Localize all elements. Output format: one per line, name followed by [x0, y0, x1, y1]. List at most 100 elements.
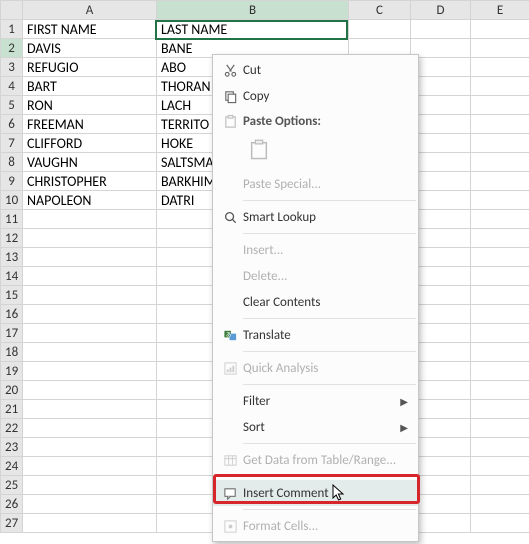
menu-copy[interactable]: Copy	[213, 83, 418, 109]
cell-E27[interactable]	[471, 514, 529, 533]
cell-A8[interactable]: VAUGHN	[23, 153, 157, 172]
cell-A25[interactable]	[23, 476, 157, 495]
menu-cut[interactable]: Cut	[213, 57, 418, 83]
row-header-14[interactable]: 14	[1, 267, 23, 286]
row-header-19[interactable]: 19	[1, 362, 23, 381]
cell-D10[interactable]	[411, 191, 471, 210]
cell-E22[interactable]	[471, 419, 529, 438]
cell-E18[interactable]	[471, 343, 529, 362]
row-header-17[interactable]: 17	[1, 324, 23, 343]
row-header-26[interactable]: 26	[1, 495, 23, 514]
cell-E21[interactable]	[471, 400, 529, 419]
cell-D20[interactable]	[411, 381, 471, 400]
menu-smart-lookup[interactable]: Smart Lookup	[213, 204, 418, 230]
row-header-6[interactable]: 6	[1, 115, 23, 134]
cell-A7[interactable]: CLIFFORD	[23, 134, 157, 153]
cell-A22[interactable]	[23, 419, 157, 438]
menu-translate[interactable]: あ Translate	[213, 322, 418, 348]
cell-A15[interactable]	[23, 286, 157, 305]
cell-A9[interactable]: CHRISTOPHER	[23, 172, 157, 191]
cell-A23[interactable]	[23, 438, 157, 457]
row-header-2[interactable]: 2	[1, 39, 23, 58]
cell-E3[interactable]	[471, 58, 529, 77]
cell-D21[interactable]	[411, 400, 471, 419]
cell-E10[interactable]	[471, 191, 529, 210]
col-header-C[interactable]: C	[349, 1, 411, 20]
menu-filter[interactable]: Filter ▶	[213, 388, 418, 414]
row-header-16[interactable]: 16	[1, 305, 23, 324]
cell-D17[interactable]	[411, 324, 471, 343]
cell-E11[interactable]	[471, 210, 529, 229]
cell-D16[interactable]	[411, 305, 471, 324]
row-header-11[interactable]: 11	[1, 210, 23, 229]
cell-D23[interactable]	[411, 438, 471, 457]
cell-A2[interactable]: DAVIS	[23, 39, 157, 58]
cell-A24[interactable]	[23, 457, 157, 476]
cell-D6[interactable]	[411, 115, 471, 134]
cell-B1[interactable]: LAST NAME	[157, 20, 349, 39]
cell-A21[interactable]	[23, 400, 157, 419]
cell-D26[interactable]	[411, 495, 471, 514]
row-header-24[interactable]: 24	[1, 457, 23, 476]
paste-option-default[interactable]	[245, 135, 273, 165]
row-header-8[interactable]: 8	[1, 153, 23, 172]
cell-A12[interactable]	[23, 229, 157, 248]
cell-E9[interactable]	[471, 172, 529, 191]
cell-A17[interactable]	[23, 324, 157, 343]
cell-E20[interactable]	[471, 381, 529, 400]
cell-E4[interactable]	[471, 77, 529, 96]
cell-D27[interactable]	[411, 514, 471, 533]
row-header-25[interactable]: 25	[1, 476, 23, 495]
cell-A26[interactable]	[23, 495, 157, 514]
cell-D7[interactable]	[411, 134, 471, 153]
col-header-B[interactable]: B	[157, 1, 349, 20]
cell-E14[interactable]	[471, 267, 529, 286]
cell-A4[interactable]: BART	[23, 77, 157, 96]
cell-A5[interactable]: RON	[23, 96, 157, 115]
cell-E6[interactable]	[471, 115, 529, 134]
cell-A1[interactable]: FIRST NAME	[23, 20, 157, 39]
col-header-A[interactable]: A	[23, 1, 157, 20]
menu-insert-comment[interactable]: Insert Comment	[213, 480, 418, 506]
cell-E16[interactable]	[471, 305, 529, 324]
cell-A27[interactable]	[23, 514, 157, 533]
cell-D5[interactable]	[411, 96, 471, 115]
cell-E13[interactable]	[471, 248, 529, 267]
cell-D3[interactable]	[411, 58, 471, 77]
row-header-20[interactable]: 20	[1, 381, 23, 400]
cell-E17[interactable]	[471, 324, 529, 343]
row-header-9[interactable]: 9	[1, 172, 23, 191]
row-header-1[interactable]: 1	[1, 20, 23, 39]
cell-A3[interactable]: REFUGIO	[23, 58, 157, 77]
cell-D2[interactable]	[411, 39, 471, 58]
cell-D8[interactable]	[411, 153, 471, 172]
cell-D13[interactable]	[411, 248, 471, 267]
row-header-10[interactable]: 10	[1, 191, 23, 210]
cell-D19[interactable]	[411, 362, 471, 381]
cell-D22[interactable]	[411, 419, 471, 438]
row-header-4[interactable]: 4	[1, 77, 23, 96]
row-header-23[interactable]: 23	[1, 438, 23, 457]
cell-D11[interactable]	[411, 210, 471, 229]
cell-C1[interactable]	[349, 20, 411, 39]
cell-A10[interactable]: NAPOLEON	[23, 191, 157, 210]
cell-A19[interactable]	[23, 362, 157, 381]
menu-clear-contents[interactable]: Clear Contents	[213, 289, 418, 315]
cell-E5[interactable]	[471, 96, 529, 115]
cell-D24[interactable]	[411, 457, 471, 476]
row-header-21[interactable]: 21	[1, 400, 23, 419]
cell-E1[interactable]	[471, 20, 529, 39]
cell-E19[interactable]	[471, 362, 529, 381]
row-header-7[interactable]: 7	[1, 134, 23, 153]
row-header-5[interactable]: 5	[1, 96, 23, 115]
cell-D14[interactable]	[411, 267, 471, 286]
cell-A14[interactable]	[23, 267, 157, 286]
select-all-corner[interactable]	[1, 1, 23, 20]
cell-E24[interactable]	[471, 457, 529, 476]
cell-A16[interactable]	[23, 305, 157, 324]
row-header-22[interactable]: 22	[1, 419, 23, 438]
row-header-12[interactable]: 12	[1, 229, 23, 248]
col-header-E[interactable]: E	[471, 1, 529, 20]
row-header-27[interactable]: 27	[1, 514, 23, 533]
cell-E2[interactable]	[471, 39, 529, 58]
